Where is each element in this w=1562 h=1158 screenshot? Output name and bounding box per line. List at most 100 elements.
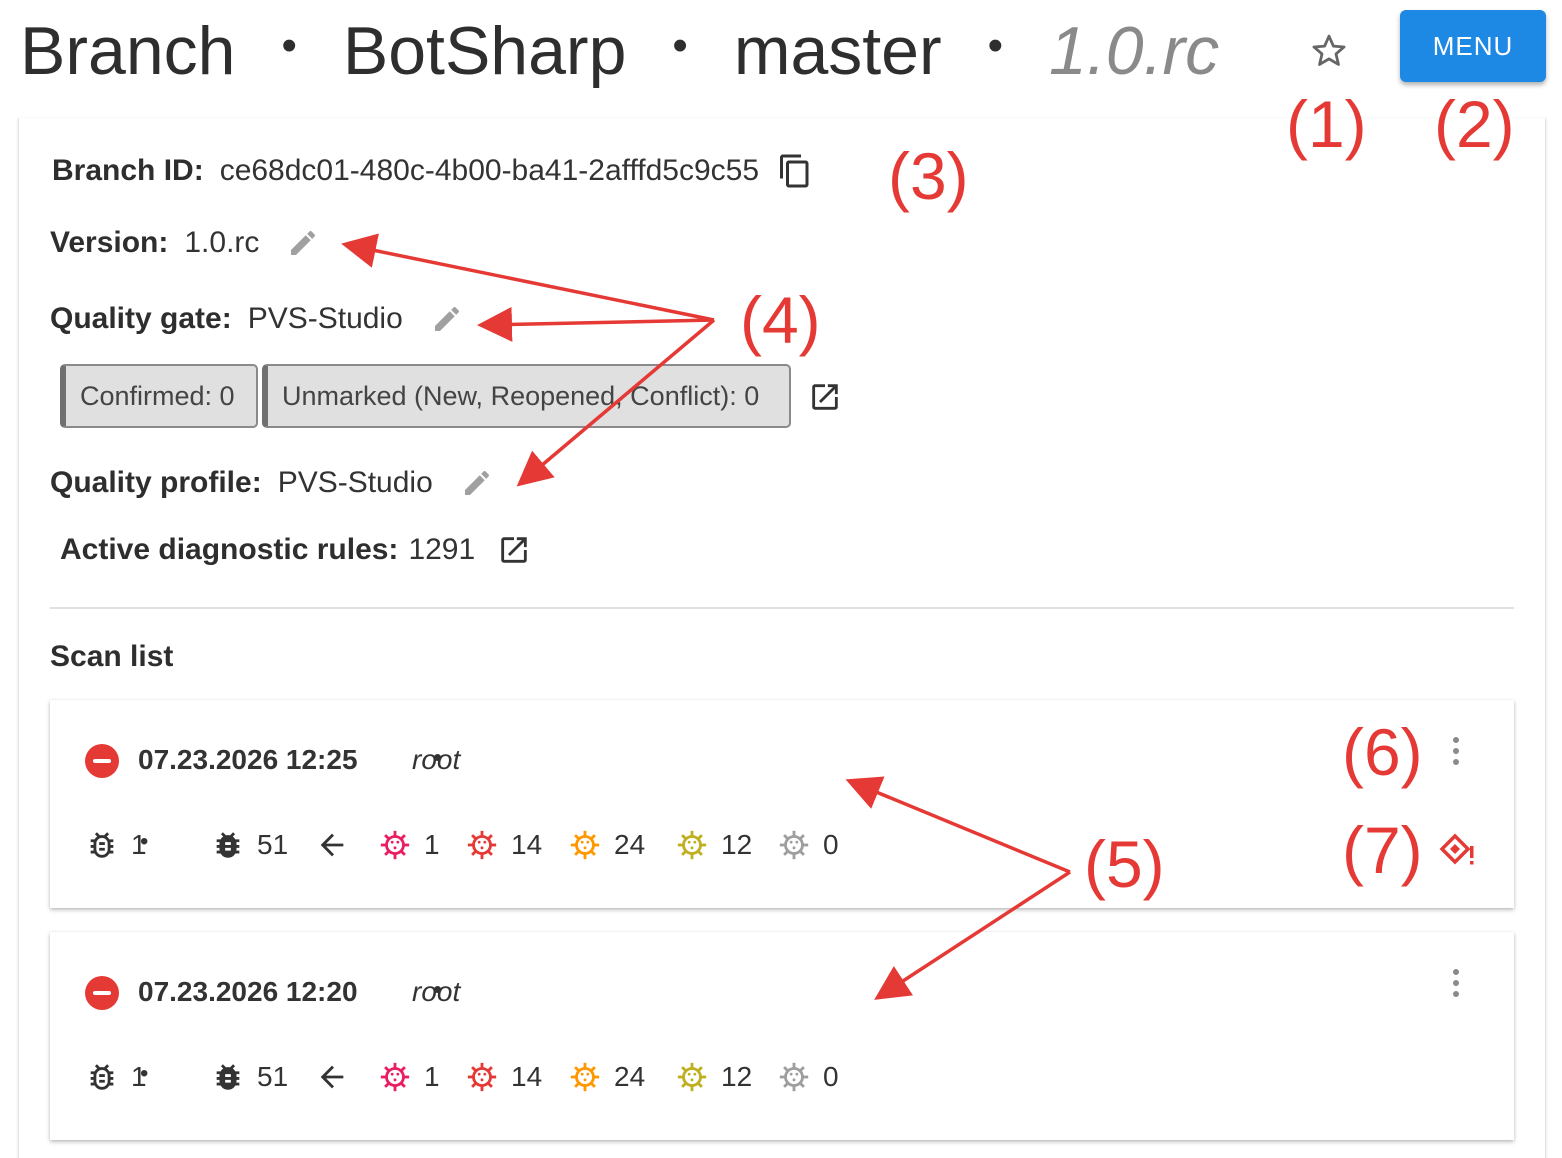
medium-count-value: 24: [614, 1061, 646, 1092]
scan-date: 07.23.2026 12:20: [138, 976, 358, 1007]
title-prefix: Branch: [20, 13, 236, 89]
high-count[interactable]: 14: [465, 1060, 542, 1094]
virus-low-icon: [677, 1062, 707, 1092]
scan-item[interactable]: 07.23.2026 12:20 • root 1 • 51 1 14 24 1…: [50, 932, 1514, 1140]
page-header: Branch • BotSharp • master • 1.0.rc MENU: [0, 0, 1562, 100]
failed-status-icon: [85, 976, 119, 1010]
active-rules-row: Active diagnostic rules: 1291: [60, 533, 531, 567]
branch-id-value: ce68dc01-480c-4b00-ba41-2afffd5c9c55: [219, 154, 759, 187]
virus-high-icon: [467, 830, 497, 860]
bug-count[interactable]: 1: [85, 828, 147, 862]
open-in-new-icon[interactable]: [808, 380, 842, 414]
edit-quality-gate-pencil-icon[interactable]: [431, 303, 463, 335]
info-count[interactable]: 0: [777, 828, 839, 862]
info-count[interactable]: 0: [777, 1060, 839, 1094]
page-title: Branch • BotSharp • master • 1.0.rc: [20, 12, 1219, 90]
quality-gate-label: Quality gate:: [50, 302, 232, 335]
edit-version-pencil-icon[interactable]: [287, 227, 319, 259]
annotation-4: (4): [740, 283, 821, 357]
scan-stats: 1 • 51 1 14 24 12 0: [85, 828, 885, 868]
critical-count[interactable]: 1: [378, 828, 440, 862]
total-issues[interactable]: 51: [211, 1060, 288, 1094]
version-label: Version:: [50, 226, 169, 259]
annotation-5: (5): [1084, 827, 1165, 901]
title-branch: master: [733, 13, 942, 89]
low-count[interactable]: 12: [675, 1060, 752, 1094]
scan-item[interactable]: 07.23.2026 12:25 • root 1 • 51 1 14 24 1…: [50, 700, 1514, 908]
scan-stats: 1 • 51 1 14 24 12 0: [85, 1060, 885, 1100]
stat-separator: •: [140, 1060, 149, 1087]
medium-count[interactable]: 24: [568, 1060, 645, 1094]
bug-count[interactable]: 1: [85, 1060, 147, 1094]
quality-gate-value: PVS-Studio: [247, 302, 403, 335]
annotation-7: (7): [1342, 813, 1423, 887]
quality-gate-row: Quality gate: PVS-Studio: [50, 302, 463, 336]
more-vert-icon[interactable]: [1444, 734, 1468, 768]
critical-count[interactable]: 1: [378, 1060, 440, 1094]
high-count-value: 14: [511, 829, 543, 860]
scan-user: root: [412, 976, 461, 1007]
compare-arrow[interactable]: [315, 828, 361, 862]
quality-gate-warning-icon[interactable]: [1438, 832, 1478, 868]
quality-profile-value: PVS-Studio: [277, 466, 433, 499]
unmarked-chip[interactable]: Unmarked (New, Reopened, Conflict): 0: [262, 364, 791, 428]
annotation-6: (6): [1342, 715, 1423, 789]
title-version: 1.0.rc: [1049, 13, 1220, 89]
confirmed-chip[interactable]: Confirmed: 0: [60, 364, 258, 428]
branch-id-row: Branch ID: ce68dc01-480c-4b00-ba41-2afff…: [52, 152, 813, 190]
version-row: Version: 1.0.rc: [50, 226, 319, 260]
arrow-back-icon: [320, 1065, 344, 1089]
title-separator: •: [281, 21, 297, 70]
info-count-value: 0: [823, 829, 839, 860]
bug-icon: [90, 1064, 114, 1090]
bug-report-icon: [216, 1064, 240, 1090]
virus-info-icon: [779, 1062, 809, 1092]
scan-list-title: Scan list: [50, 640, 174, 673]
virus-critical-icon: [380, 830, 410, 860]
low-count[interactable]: 12: [675, 828, 752, 862]
bug-icon: [90, 832, 114, 858]
virus-low-icon: [677, 830, 707, 860]
active-rules-count: 1291: [408, 533, 476, 566]
annotation-3: (3): [888, 139, 969, 213]
total-issues-value: 51: [257, 1061, 289, 1092]
open-in-new-icon[interactable]: [497, 533, 531, 567]
bug-report-icon: [216, 832, 240, 858]
virus-high-icon: [467, 1062, 497, 1092]
scan-user: root: [412, 744, 461, 775]
medium-count-value: 24: [614, 829, 646, 860]
divider: [50, 607, 1514, 609]
virus-medium-icon: [570, 1062, 600, 1092]
total-issues-value: 51: [257, 829, 289, 860]
virus-critical-icon: [380, 1062, 410, 1092]
arrow-back-icon: [320, 833, 344, 857]
more-vert-icon[interactable]: [1444, 966, 1468, 1000]
info-count-value: 0: [823, 1061, 839, 1092]
critical-count-value: 1: [424, 829, 440, 860]
menu-button[interactable]: MENU: [1400, 10, 1546, 82]
active-rules-label: Active diagnostic rules:: [60, 533, 399, 566]
edit-quality-profile-pencil-icon[interactable]: [461, 467, 493, 499]
compare-arrow[interactable]: [315, 1060, 361, 1094]
annotation-1: (1): [1286, 87, 1367, 161]
quality-profile-row: Quality profile: PVS-Studio: [50, 466, 493, 500]
scan-date: 07.23.2026 12:25: [138, 744, 358, 775]
high-count-value: 14: [511, 1061, 543, 1092]
virus-info-icon: [779, 830, 809, 860]
failed-status-icon: [85, 744, 119, 778]
critical-count-value: 1: [424, 1061, 440, 1092]
branch-id-label: Branch ID:: [52, 154, 204, 187]
copy-icon[interactable]: [777, 152, 813, 190]
high-count[interactable]: 14: [465, 828, 542, 862]
title-project[interactable]: BotSharp: [343, 12, 627, 90]
low-count-value: 12: [721, 829, 753, 860]
medium-count[interactable]: 24: [568, 828, 645, 862]
total-issues[interactable]: 51: [211, 828, 288, 862]
low-count-value: 12: [721, 1061, 753, 1092]
quality-profile-label: Quality profile:: [50, 466, 262, 499]
title-separator: •: [672, 21, 688, 70]
virus-medium-icon: [570, 830, 600, 860]
version-value: 1.0.rc: [184, 226, 260, 259]
annotation-2: (2): [1434, 87, 1515, 161]
star-outline-icon[interactable]: [1308, 30, 1350, 72]
